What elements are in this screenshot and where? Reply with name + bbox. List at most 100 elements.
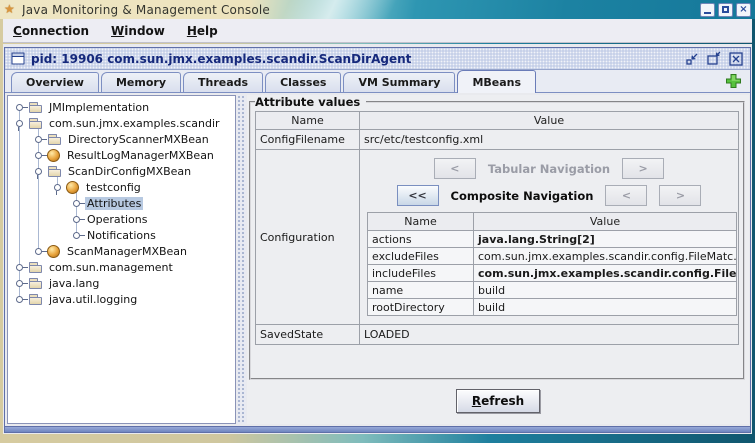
tree-item-label: ScanManagerMXBean	[65, 245, 189, 258]
window-minimize-icon[interactable]	[700, 3, 715, 17]
tree-collapsed-handle-icon[interactable]	[14, 260, 28, 274]
tree-collapsed-handle-icon[interactable]	[14, 292, 28, 306]
cfg-name: rootDirectory	[368, 299, 474, 316]
mbean-tree-panel: JMImplementation com.sun.jmx.examples.sc…	[7, 95, 236, 424]
attr-composite-value: < Tabular Navigation > << Composite Navi…	[360, 150, 739, 325]
attr-value[interactable]: src/etc/testconfig.xml	[360, 130, 739, 150]
cfg-value[interactable]: java.lang.String[2]	[474, 231, 737, 248]
composite-first-button[interactable]: <<	[397, 185, 439, 206]
table-row: name build	[368, 282, 737, 299]
table-row: rootDirectory build	[368, 299, 737, 316]
menu-connection-mnemonic: C	[13, 24, 22, 38]
tab-overview[interactable]: Overview	[11, 72, 99, 92]
tree-item-label: Operations	[85, 213, 149, 226]
tree-item-label-selected: Attributes	[85, 197, 143, 210]
tab-bar: Overview Memory Threads Classes VM Summa…	[5, 70, 750, 93]
attr-col-name: Name	[256, 112, 360, 130]
table-row: excludeFiles com.sun.jmx.examples.scandi…	[368, 248, 737, 265]
window-close-icon[interactable]: ×	[736, 3, 751, 17]
tree-item-resultlogmanager[interactable]: ResultLogManagerMXBean	[8, 147, 235, 163]
tabular-navigation-label: Tabular Navigation	[488, 162, 610, 176]
tree-item-java-lang[interactable]: java.lang	[8, 275, 235, 291]
cfg-value[interactable]: build	[474, 299, 737, 316]
tree-item-com-sun-management[interactable]: com.sun.management	[8, 259, 235, 275]
cfg-value[interactable]: com.sun.jmx.examples.scandir.config.File…	[474, 248, 737, 265]
menu-connection[interactable]: Connection	[13, 24, 89, 38]
composite-next-button: >	[659, 185, 701, 206]
cfg-value[interactable]: build	[474, 282, 737, 299]
tree-leaf-handle-icon	[71, 212, 85, 226]
window-titlebar: ★ Java Monitoring & Management Console ×	[0, 0, 755, 19]
tree-item-notifications[interactable]: Notifications	[8, 227, 235, 243]
configuration-table: Name Value actions java.lang.String[2] e…	[367, 212, 737, 316]
menu-window-mnemonic: W	[111, 24, 124, 38]
tree-item-label: DirectoryScannerMXBean	[66, 133, 211, 146]
tree-item-java-util-logging[interactable]: java.util.logging	[8, 291, 235, 307]
menu-window[interactable]: Window	[111, 24, 165, 38]
tree-expanded-handle-icon[interactable]	[33, 164, 47, 178]
tree-collapsed-handle-icon[interactable]	[33, 244, 47, 258]
frame-title: pid: 19906 com.sun.jmx.examples.scandir.…	[31, 52, 678, 66]
attr-value[interactable]: LOADED	[360, 325, 739, 345]
frame-titlebar: pid: 19906 com.sun.jmx.examples.scandir.…	[5, 48, 750, 70]
tree-item-jmimplementation[interactable]: JMImplementation	[8, 99, 235, 115]
tab-memory[interactable]: Memory	[101, 72, 181, 92]
app-star-icon: ★	[4, 3, 17, 16]
tree-expanded-handle-icon[interactable]	[14, 116, 28, 130]
tree-item-scandir-domain[interactable]: com.sun.jmx.examples.scandir	[8, 115, 235, 131]
tree-leaf-handle-icon	[71, 196, 85, 210]
attr-name: Configuration	[256, 150, 360, 325]
frame-maximize-icon[interactable]	[706, 51, 722, 67]
tree-item-scandirconfig[interactable]: ScanDirConfigMXBean	[8, 163, 235, 179]
tab-classes[interactable]: Classes	[265, 72, 341, 92]
frame-close-icon[interactable]	[728, 51, 744, 67]
tab-vm-summary[interactable]: VM Summary	[343, 72, 455, 92]
menu-help[interactable]: Help	[187, 24, 218, 38]
tree-item-testconfig[interactable]: testconfig	[8, 179, 235, 195]
attr-name: SavedState	[256, 325, 360, 345]
tree-collapsed-handle-icon[interactable]	[33, 148, 47, 162]
window-title: Java Monitoring & Management Console	[22, 3, 695, 17]
cfg-name: actions	[368, 231, 474, 248]
tree-item-attributes[interactable]: Attributes	[8, 195, 235, 211]
splitpane-divider[interactable]	[237, 95, 246, 424]
menubar: Connection Window Help	[3, 19, 752, 43]
frame-iconify-icon[interactable]	[684, 51, 700, 67]
app-window: ★ Java Monitoring & Management Console ×…	[0, 0, 755, 443]
tree-item-label: Notifications	[85, 229, 158, 242]
folder-icon	[28, 293, 43, 306]
tree-leaf-handle-icon	[71, 228, 85, 242]
window-maximize-icon[interactable]	[718, 3, 733, 17]
tree-item-label: testconfig	[84, 181, 143, 194]
tree-item-directoryscanner[interactable]: DirectoryScannerMXBean	[8, 131, 235, 147]
tree-item-operations[interactable]: Operations	[8, 211, 235, 227]
tree-item-scanmanager[interactable]: ScanManagerMXBean	[8, 243, 235, 259]
tabular-prev-button: <	[434, 158, 476, 179]
mbean-icon	[66, 181, 79, 194]
tree-collapsed-handle-icon[interactable]	[14, 100, 28, 114]
folder-icon	[47, 165, 62, 178]
tree-collapsed-handle-icon[interactable]	[33, 132, 47, 146]
tab-mbeans[interactable]: MBeans	[457, 70, 536, 93]
tree-collapsed-handle-icon[interactable]	[14, 276, 28, 290]
table-row: SavedState LOADED	[256, 325, 739, 345]
tree-item-label: com.sun.management	[47, 261, 175, 274]
attribute-values-group: Attribute values Name Value ConfigFilena…	[249, 95, 745, 380]
attribute-values-title: Attribute values	[255, 95, 366, 109]
cfg-value[interactable]: com.sun.jmx.examples.scandir.config.File…	[474, 265, 737, 282]
tab-threads[interactable]: Threads	[183, 72, 263, 92]
attr-col-value: Value	[360, 112, 739, 130]
connection-frame: pid: 19906 com.sun.jmx.examples.scandir.…	[4, 47, 751, 433]
attr-name: ConfigFilename	[256, 130, 360, 150]
refresh-mnemonic: R	[472, 394, 481, 408]
tree-expanded-handle-icon[interactable]	[52, 180, 66, 194]
folder-icon	[47, 133, 62, 146]
composite-navigation-label: Composite Navigation	[451, 189, 594, 203]
refresh-button[interactable]: Refresh	[456, 389, 540, 413]
tree-item-label: java.util.logging	[47, 293, 139, 306]
frame-bottom-border	[5, 426, 750, 432]
table-row: ConfigFilename src/etc/testconfig.xml	[256, 130, 739, 150]
menu-window-rest: indow	[124, 24, 165, 38]
cfg-name: includeFiles	[368, 265, 474, 282]
mbeans-content: JMImplementation com.sun.jmx.examples.sc…	[5, 93, 750, 426]
